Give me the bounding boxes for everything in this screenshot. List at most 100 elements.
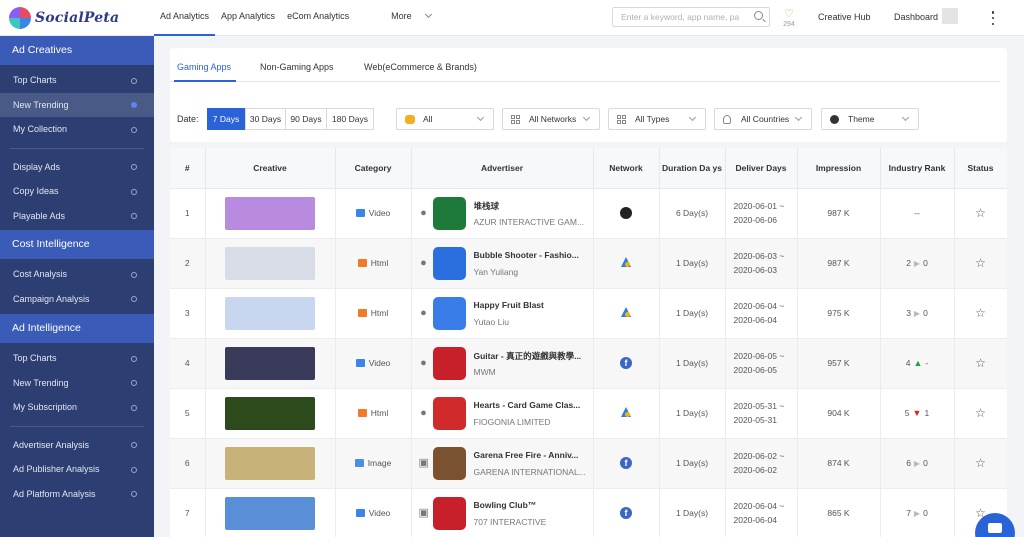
table-row[interactable]: 2 Html ● Bubble Shooter - Fashio... Yan Yuli… [170,238,1007,289]
sidebar-item-playable-ads[interactable]: Playable Ads [0,204,154,229]
category-select[interactable]: All [396,108,494,130]
col-rank[interactable]: Industry Rank [880,148,955,189]
advertiser-cell[interactable]: ▣ Bowling Club™ 707 INTERACTIVE [411,488,594,537]
dashboard-link[interactable]: Dashboard [894,12,938,22]
sidebar-header-ad-creatives[interactable]: Ad Creatives [0,36,154,65]
creative-cell[interactable] [205,388,336,439]
table-row[interactable]: 6 Image ▣ Garena Free Fire - Anniv... GARENA… [170,438,1007,489]
col-impression[interactable]: Impression [797,148,881,189]
sidebar-item-ad-publisher-analysis[interactable]: Ad Publisher Analysis [0,457,154,482]
nav-more[interactable]: More [385,0,437,36]
advertiser-cell[interactable]: ● Bubble Shooter - Fashio... Yan Yuliang [411,238,594,289]
creative-thumbnail[interactable] [225,446,315,480]
app-name[interactable]: Guitar - 真正的遊戲與教學... [474,350,594,362]
theme-select[interactable]: Theme [821,108,919,130]
app-icon[interactable] [432,346,466,380]
creative-cell[interactable] [205,188,336,239]
deliver-start: 2020-06-02 ~ [733,451,785,461]
rank-value: 3 [906,308,911,318]
app-icon[interactable] [432,496,466,530]
creative-thumbnail[interactable] [225,246,315,280]
star-icon[interactable]: ☆ [975,456,986,470]
sidebar-item-my-collection[interactable]: My Collection [0,117,154,142]
creative-thumbnail[interactable] [225,396,315,430]
sidebar-item-my-subscription[interactable]: My Subscription [0,395,154,420]
active-tab-indicator [174,80,236,82]
sidebar-item-display-ads[interactable]: Display Ads [0,155,154,180]
advertiser-cell[interactable]: ● 堆栈球 AZUR INTERACTIVE GAM... [411,188,594,239]
search-input[interactable] [612,7,770,27]
user-avatar[interactable] [942,8,958,24]
col-duration[interactable]: Duration Da ys [659,148,726,189]
app-name[interactable]: Happy Fruit Blast [474,300,594,310]
creative-thumbnail[interactable] [225,296,315,330]
date-180-days[interactable]: 180 Days [326,108,374,130]
app-icon[interactable] [432,196,466,230]
col-deliver[interactable]: Deliver Days [725,148,798,189]
tab-gaming-apps[interactable]: Gaming Apps [177,62,231,72]
tab-non-gaming-apps[interactable]: Non-Gaming Apps [260,62,334,72]
more-options-icon[interactable] [988,11,998,25]
sidebar-item-copy-ideas[interactable]: Copy Ideas [0,179,154,204]
star-icon[interactable]: ☆ [975,406,986,420]
app-name[interactable]: Hearts - Card Game Clas... [474,400,594,410]
app-icon[interactable] [432,396,466,430]
creative-cell[interactable] [205,488,336,537]
brand-logo[interactable]: SocialPeta [9,7,119,29]
deliver-end: 2020-06-06 [733,215,777,225]
creative-thumbnail[interactable] [225,196,315,230]
advertiser-cell[interactable]: ● Hearts - Card Game Clas... FIOGONIA LIMI… [411,388,594,439]
sidebar-item-ai-top-charts[interactable]: Top Charts [0,346,154,371]
app-name[interactable]: 堆栈球 [474,200,594,212]
advertiser-cell[interactable]: ▣ Garena Free Fire - Anniv... GARENA INTER… [411,438,594,489]
sidebar-header-ad-intelligence[interactable]: Ad Intelligence [0,314,154,343]
app-name[interactable]: Bowling Club™ [474,500,594,510]
creative-thumbnail[interactable] [225,346,315,380]
table-row[interactable]: 3 Html ● Happy Fruit Blast Yutao Liu 1 Day(s)… [170,288,1007,339]
sidebar-item-advertiser-analysis[interactable]: Advertiser Analysis [0,433,154,458]
creative-cell[interactable] [205,438,336,489]
tab-web-ecommerce[interactable]: Web(eCommerce & Brands) [364,62,477,72]
table-row[interactable]: 4 Video ● Guitar - 真正的遊戲與教學... MWM f 1 Day(s) 2… [170,338,1007,389]
nav-app-analytics[interactable]: App Analytics [215,0,281,36]
star-icon[interactable]: ☆ [975,256,986,270]
creative-cell[interactable] [205,338,336,389]
creative-hub-link[interactable]: Creative Hub [818,12,871,22]
date-7-days[interactable]: 7 Days [207,108,245,130]
creative-cell[interactable] [205,238,336,289]
star-icon[interactable]: ☆ [975,306,986,320]
nav-ecom-analytics[interactable]: eCom Analytics [281,0,355,36]
app-icon[interactable] [432,296,466,330]
date-30-days[interactable]: 30 Days [245,108,286,130]
sidebar-item-campaign-analysis[interactable]: Campaign Analysis [0,287,154,312]
sidebar-item-top-charts[interactable]: Top Charts [0,68,154,93]
advertiser-cell[interactable]: ● Happy Fruit Blast Yutao Liu [411,288,594,339]
sidebar-divider [10,425,144,427]
favorites-button[interactable]: ♡ 294 [780,9,798,29]
app-icon[interactable] [432,446,466,480]
sidebar-item-ad-platform-analysis[interactable]: Ad Platform Analysis [0,482,154,507]
table-row[interactable]: 5 Html ● Hearts - Card Game Clas... FIOGONIA… [170,388,1007,439]
star-icon[interactable]: ☆ [975,206,986,220]
nav-ad-analytics[interactable]: Ad Analytics [154,0,216,36]
network-select[interactable]: All Networks [502,108,600,130]
company-name: Yan Yuliang [473,266,519,277]
search-icon[interactable] [754,11,763,20]
table-row[interactable]: 7 Video ▣ Bowling Club™ 707 INTERACTIVE f 1 Da… [170,488,1007,537]
table-row[interactable]: 1 Video ● 堆栈球 AZUR INTERACTIVE GAM... 6 Day(s… [170,188,1007,239]
advertiser-cell[interactable]: ● Guitar - 真正的遊戲與教學... MWM [411,338,594,389]
type-select[interactable]: All Types [608,108,706,130]
creatives-table: # Creative Category Advertiser Network D… [170,148,1007,537]
app-name[interactable]: Garena Free Fire - Anniv... [474,450,594,460]
star-icon[interactable]: ☆ [975,356,986,370]
sidebar-header-cost-intelligence[interactable]: Cost Intelligence [0,230,154,259]
sidebar-item-cost-analysis[interactable]: Cost Analysis [0,262,154,287]
creative-thumbnail[interactable] [225,496,315,530]
sidebar-item-ai-new-trending[interactable]: New Trending [0,371,154,396]
app-name[interactable]: Bubble Shooter - Fashio... [474,250,594,260]
app-icon[interactable] [432,246,466,280]
sidebar-item-new-trending[interactable]: New Trending [0,92,154,117]
date-90-days[interactable]: 90 Days [285,108,327,130]
country-select[interactable]: All Countries [714,108,812,130]
creative-cell[interactable] [205,288,336,339]
